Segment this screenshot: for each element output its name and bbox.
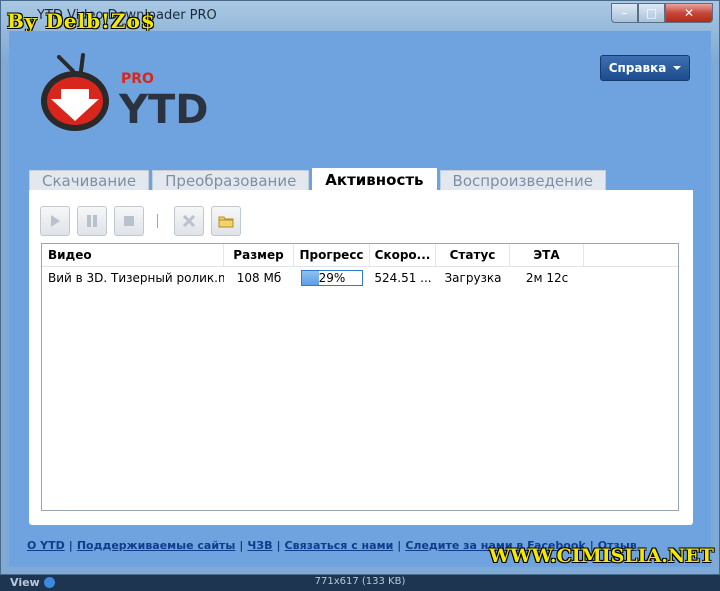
close-icon: ✕	[683, 6, 695, 20]
column-header-progress[interactable]: Прогресс	[294, 244, 370, 266]
watermark-bottom: WWW.CIMISLIA.NET	[489, 545, 714, 567]
tab-activity[interactable]: Активность	[312, 168, 437, 190]
progress-text: 29%	[318, 271, 346, 285]
link-supported-sites[interactable]: Поддерживаемые сайты	[77, 539, 236, 552]
progress-bar: 29%	[301, 270, 363, 286]
logo-text: YTD	[118, 87, 208, 131]
column-header-size[interactable]: Размер	[224, 244, 294, 266]
tab-activity-label: Активность	[325, 170, 424, 189]
viewer-status-bar: View 771x617 (133 KB)	[0, 575, 720, 591]
stop-button[interactable]	[114, 206, 144, 236]
tab-playback-label: Воспроизведение	[452, 171, 593, 190]
column-header-status[interactable]: Статус	[436, 244, 510, 266]
column-header-eta[interactable]: ЭТА	[510, 244, 584, 266]
cell-speed: 524.51 ...	[374, 271, 432, 285]
downloads-table: Видео Размер Прогресс Скоро... Статус ЭТ…	[41, 243, 679, 511]
tab-convert-label: Преобразование	[165, 171, 297, 190]
play-icon	[51, 215, 60, 227]
help-button[interactable]: Справка	[600, 55, 690, 81]
play-button[interactable]	[40, 206, 70, 236]
minimize-button[interactable]: –	[611, 3, 638, 23]
watermark-top: By Delb!Zo$	[7, 9, 156, 33]
title-bar[interactable]: YTD Video Downloader PRO By Delb!Zo$ – □…	[1, 1, 719, 33]
tab-download[interactable]: Скачивание	[29, 170, 150, 190]
app-window: YTD Video Downloader PRO By Delb!Zo$ – □…	[0, 0, 720, 575]
tab-playback[interactable]: Воспроизведение	[439, 170, 606, 190]
close-icon	[182, 214, 196, 228]
activity-panel: Видео Размер Прогресс Скоро... Статус ЭТ…	[29, 190, 693, 525]
tab-bar: Скачивание Преобразование Активность Вос…	[29, 168, 606, 190]
table-row[interactable]: Вий в 3D. Тизерный ролик.mp4 108 Мб 29% …	[42, 267, 678, 289]
toolbar	[40, 206, 248, 236]
column-header-video[interactable]: Видео	[42, 244, 224, 266]
open-folder-button[interactable]	[211, 206, 241, 236]
cell-status: Загрузка	[444, 271, 502, 285]
table-header: Видео Размер Прогресс Скоро... Статус ЭТ…	[42, 244, 678, 267]
tab-convert[interactable]: Преобразование	[152, 170, 310, 190]
window-controls: – □ ✕	[611, 3, 713, 23]
help-label: Справка	[608, 61, 667, 75]
remove-button[interactable]	[174, 206, 204, 236]
logo-badge: PRO	[121, 71, 154, 87]
toolbar-separator	[157, 214, 158, 228]
chevron-down-icon	[673, 66, 682, 70]
link-about[interactable]: О YTD	[27, 539, 65, 552]
cell-progress: 29%	[294, 267, 370, 289]
tab-download-label: Скачивание	[42, 171, 137, 190]
link-contact[interactable]: Связаться с нами	[285, 539, 394, 552]
client-area: PRO YTD Справка Скачивание Преобразовани…	[9, 31, 711, 567]
maximize-icon: □	[645, 6, 658, 20]
close-button[interactable]: ✕	[665, 3, 713, 23]
column-header-speed[interactable]: Скоро...	[370, 244, 436, 266]
cell-size: 108 Мб	[236, 271, 282, 285]
folder-icon	[218, 216, 234, 228]
minimize-icon: –	[621, 6, 628, 20]
link-faq[interactable]: ЧЗВ	[247, 539, 272, 552]
pause-button[interactable]	[77, 206, 107, 236]
pause-icon	[87, 215, 97, 227]
cell-eta: 2м 12с	[525, 271, 569, 285]
maximize-button[interactable]: □	[638, 3, 665, 23]
ytd-logo: PRO YTD	[41, 53, 208, 131]
stop-icon	[124, 216, 134, 226]
image-size-label: 771x617 (133 KB)	[314, 576, 406, 587]
cell-video: Вий в 3D. Тизерный ролик.mp4	[48, 271, 224, 285]
